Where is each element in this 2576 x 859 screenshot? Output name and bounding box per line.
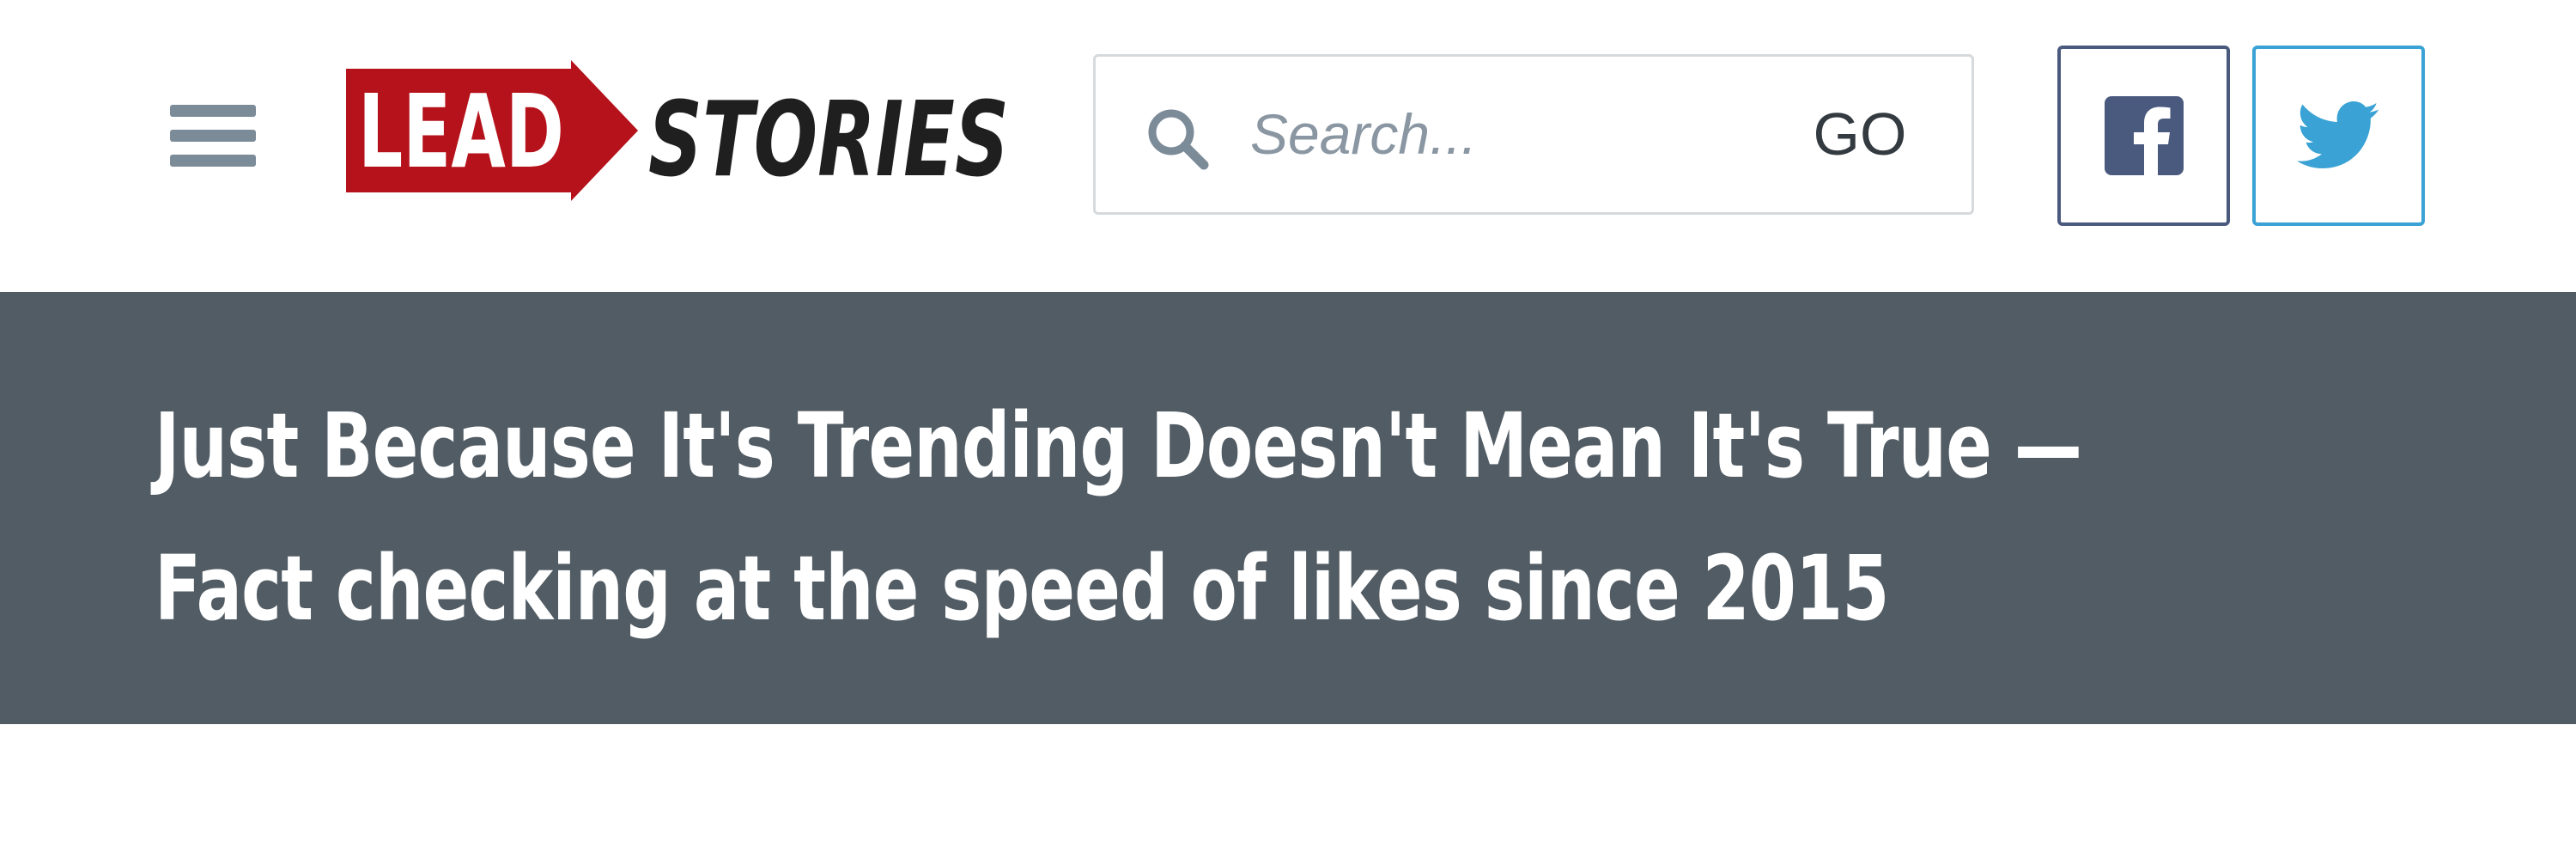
hamburger-menu-icon[interactable]: [170, 105, 256, 167]
facebook-icon: [2104, 96, 2184, 175]
logo-text-stories: STORIES: [648, 81, 1009, 200]
site-header: LEAD STORIES GO: [0, 0, 2576, 292]
search-input[interactable]: [1250, 91, 1731, 177]
tagline-banner: Just Because It's Trending Doesn't Mean …: [0, 292, 2576, 724]
search-box: GO: [1093, 54, 1974, 215]
site-tagline: Just Because It's Trending Doesn't Mean …: [155, 375, 2471, 660]
facebook-button[interactable]: [2057, 46, 2230, 226]
menu-bar: [170, 105, 256, 117]
page: LEAD STORIES GO: [0, 0, 2576, 859]
twitter-button[interactable]: [2252, 46, 2425, 226]
lead-stories-logo[interactable]: LEAD STORIES: [346, 60, 1016, 213]
page-content-area: [0, 724, 2576, 859]
logo-text-lead: LEAD: [358, 72, 564, 191]
menu-bar: [170, 130, 256, 142]
menu-bar: [170, 155, 256, 167]
twitter-icon: [2297, 101, 2379, 168]
search-icon[interactable]: [1145, 107, 1209, 170]
tagline-line-2: Fact checking at the speed of likes sinc…: [155, 536, 1889, 641]
tagline-line-1: Just Because It's Trending Doesn't Mean …: [155, 393, 2082, 498]
go-button[interactable]: GO: [1765, 82, 1954, 186]
